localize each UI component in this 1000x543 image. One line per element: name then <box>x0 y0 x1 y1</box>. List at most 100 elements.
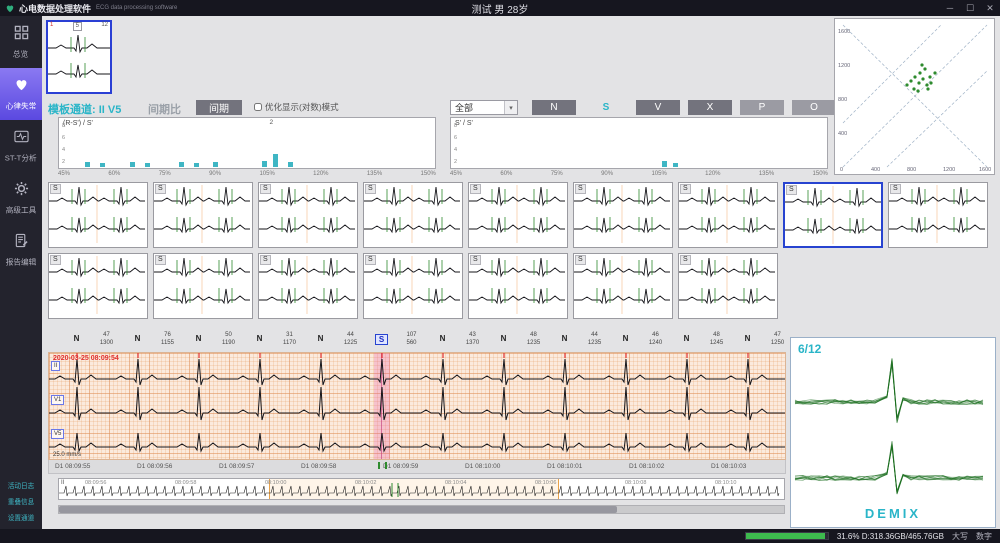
sidebar-item-5[interactable]: 报告编辑 <box>0 224 42 276</box>
optimize-checkbox-input[interactable] <box>254 103 262 111</box>
beat-interval-values: 501190 <box>214 331 244 347</box>
template-thumbnail[interactable]: S <box>48 253 148 319</box>
class-button-x[interactable]: X <box>688 100 732 115</box>
histogram-left-title: (R-S') / S' <box>63 120 93 127</box>
sidebar-link-3[interactable]: 设置通道 <box>8 513 35 523</box>
sidebar-links: 活动日志重叠信息设置通道 <box>0 481 42 523</box>
thumbnail-ecg-waveform <box>364 254 460 316</box>
beat-interval-values: 761155 <box>153 331 183 347</box>
template-thumbnail[interactable]: S <box>153 182 253 248</box>
template-thumbnail[interactable]: S <box>258 253 358 319</box>
sidebar-item-1[interactable]: 总览 <box>0 16 42 68</box>
thumbnail-class-badge: S <box>575 255 586 265</box>
histogram-x-tick: 150% <box>421 171 436 177</box>
template-thumbnail[interactable]: S <box>363 253 463 319</box>
beat-rr: 1240 <box>649 340 662 346</box>
sidebar-item-3[interactable]: ST-T分析 <box>0 120 42 172</box>
histogram-bar <box>85 162 90 167</box>
template-thumbnail[interactable]: S <box>363 182 463 248</box>
titlebar: 心电数据处理软件 ECG data processing software 测试… <box>0 0 1000 16</box>
histogram-x-tick: 75% <box>159 171 171 177</box>
class-button-s[interactable]: S <box>584 100 628 115</box>
template-thumbnail[interactable]: S <box>573 182 673 248</box>
beat-rate: 47 <box>774 332 781 338</box>
class-button-o[interactable]: O <box>792 100 836 115</box>
template-thumbnail[interactable]: S <box>468 253 568 319</box>
template-thumbnail[interactable]: S <box>783 182 883 248</box>
template-thumbnail[interactable]: S <box>468 182 568 248</box>
beat-label-N[interactable]: N <box>314 334 327 343</box>
class-button-v[interactable]: V <box>636 100 680 115</box>
beat-label-N[interactable]: N <box>131 334 144 343</box>
beat-label-N[interactable]: N <box>192 334 205 343</box>
beat-rate: 50 <box>225 332 232 338</box>
ecg-strip[interactable]: 2020-03-25 08:09:54 25.0 mm/s IIV1V5 <box>48 352 786 460</box>
maximize-button[interactable]: ☐ <box>960 0 980 16</box>
beat-interval-values: 481235 <box>519 331 549 347</box>
time-axis-label: D1 08:09:55 <box>55 463 90 470</box>
beat-label-N[interactable]: N <box>497 334 510 343</box>
beat-label-N[interactable]: N <box>558 334 571 343</box>
svg-text:1600: 1600 <box>838 29 850 35</box>
time-axis-label: D1 08:09:56 <box>137 463 172 470</box>
template-thumbnail[interactable]: S <box>678 182 778 248</box>
class-button-p[interactable]: P <box>740 100 784 115</box>
histogram-x-tick: 135% <box>759 171 774 177</box>
time-axis-label: D1 08:10:01 <box>547 463 582 470</box>
beat-label-N[interactable]: N <box>70 334 83 343</box>
horizontal-scrollbar[interactable] <box>58 505 785 514</box>
interval-ratio-label: 间期比 <box>148 101 181 117</box>
beat-label-N[interactable]: N <box>619 334 632 343</box>
optimize-display-checkbox[interactable]: 优化显示(对数)模式 <box>254 101 339 113</box>
template-thumbnail[interactable]: S <box>573 253 673 319</box>
time-axis-label: D1 08:10:00 <box>465 463 500 470</box>
thumbnail-class-badge: S <box>575 184 586 194</box>
beat-label-N[interactable]: N <box>436 334 449 343</box>
template-thumbnail[interactable]: S <box>888 182 988 248</box>
beat-rr: 1300 <box>100 340 113 346</box>
sidebar-item-label: ST-T分析 <box>5 152 37 163</box>
strip-channel-label: V1 <box>51 395 64 405</box>
sidebar-item-4[interactable]: 高级工具 <box>0 172 42 224</box>
sidebar-item-2[interactable]: 心律失常 <box>0 68 42 120</box>
histogram-x-tick: 45% <box>58 171 70 177</box>
sidebar-link-1[interactable]: 活动日志 <box>8 481 35 491</box>
green-event-mark <box>378 462 380 469</box>
sidebar-link-2[interactable]: 重叠信息 <box>8 497 35 507</box>
beat-interval-values: 471250 <box>763 331 793 347</box>
overview-time-label: 08:10:06 <box>535 480 556 486</box>
strip-speed-label: 25.0 mm/s <box>53 452 81 458</box>
beat-filter-dropdown[interactable]: 全部 ▾ <box>450 100 518 115</box>
template-thumbnail[interactable]: S <box>678 253 778 319</box>
beat-label-N[interactable]: N <box>253 334 266 343</box>
chevron-down-icon[interactable]: ▾ <box>504 101 517 114</box>
overview-time-label: 08:10:10 <box>715 480 736 486</box>
histogram-x-tick: 90% <box>209 171 221 177</box>
histogram-x-tick: 105% <box>259 171 274 177</box>
template-channel-preview[interactable]: 1 5 12 <box>46 20 112 94</box>
histogram-bar <box>145 163 150 167</box>
interval-button[interactable]: 间期 <box>196 100 242 115</box>
overlay-counter: 6/12 <box>798 342 821 356</box>
minimize-button[interactable]: ─ <box>940 0 960 16</box>
overview-time-label: 08:09:58 <box>175 480 196 486</box>
thumbnail-class-badge: S <box>786 185 797 195</box>
overview-time-label: 08:09:56 <box>85 480 106 486</box>
ecg-overview-strip[interactable]: II 08:09:5608:09:5808:10:0008:10:0208:10… <box>58 478 785 500</box>
strip-time-axis: D1 08:09:55D1 08:09:56D1 08:09:57D1 08:0… <box>48 460 786 474</box>
template-thumbnail[interactable]: S <box>153 253 253 319</box>
template-thumbnail[interactable]: S <box>258 182 358 248</box>
beat-label-N[interactable]: N <box>680 334 693 343</box>
beat-label-S[interactable]: S <box>375 334 388 345</box>
template-grid-row-2: SSSSSSS <box>48 253 778 319</box>
class-button-n[interactable]: N <box>532 100 576 115</box>
thumbnail-ecg-waveform <box>889 183 985 245</box>
mini-ecg-waveform <box>48 30 110 92</box>
thumbnail-class-badge: S <box>155 255 166 265</box>
close-button[interactable]: ✕ <box>980 0 1000 16</box>
template-thumbnail[interactable]: S <box>48 182 148 248</box>
histogram-bar <box>130 162 135 167</box>
beat-label-N[interactable]: N <box>741 334 754 343</box>
scrollbar-thumb[interactable] <box>59 506 617 513</box>
beat-interval-values: 481245 <box>702 331 732 347</box>
